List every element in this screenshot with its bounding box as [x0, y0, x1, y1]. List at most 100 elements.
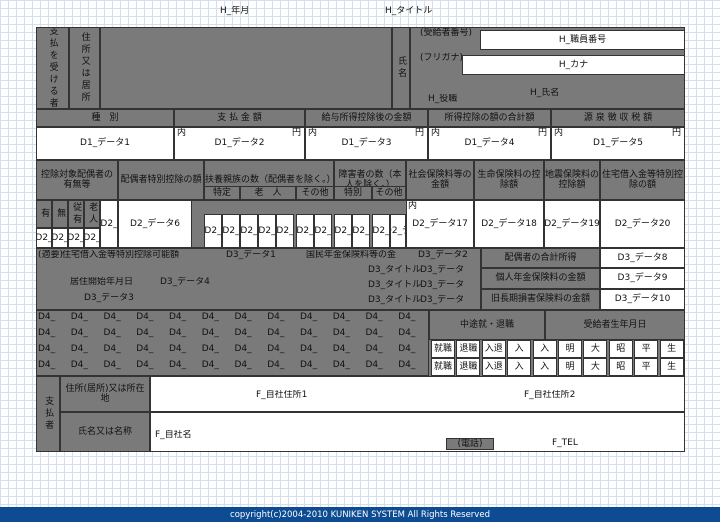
row4-cell-3-5[interactable]: D4_ — [202, 360, 232, 372]
row4-sub-4[interactable]: 入 — [532, 340, 557, 358]
row4-sub-9[interactable]: 生 — [659, 340, 684, 358]
row2-value-19[interactable]: D2_データ19 — [544, 200, 600, 248]
row4-cell-0-10[interactable]: D4_ — [366, 312, 396, 324]
row4-cell-0-5[interactable]: D4_ — [202, 312, 232, 324]
row4-cell-0-3[interactable]: D4_ — [136, 312, 166, 324]
row4-sub-3[interactable]: 入 — [507, 340, 532, 358]
row4-cell-2-11[interactable]: D4_ — [398, 344, 428, 356]
row1-value-2[interactable]: D1_データ2 — [174, 127, 305, 160]
row4-cell-2-1[interactable]: D4_ — [71, 344, 101, 356]
row4-cell-1-5[interactable]: D4_ — [202, 328, 232, 340]
payer-name-field[interactable] — [150, 412, 685, 452]
row4-cell-0-4[interactable]: D4_ — [169, 312, 199, 324]
payee-address-field[interactable] — [100, 27, 392, 109]
row4-cell-3-8[interactable]: D4_ — [300, 360, 330, 372]
row2-value-16[interactable]: D2_デ — [390, 214, 406, 248]
row2-count-value-0[interactable]: D2_ — [204, 214, 222, 248]
row4-val-1[interactable]: 退職 — [456, 358, 481, 376]
row2-count-value-9[interactable]: D2_ — [372, 214, 390, 248]
row4-cell-0-1[interactable]: D4_ — [71, 312, 101, 324]
row4-sub-1[interactable]: 退職 — [456, 340, 481, 358]
row4-cell-2-5[interactable]: D4_ — [202, 344, 232, 356]
row2-count-value-8[interactable]: D2_ — [352, 214, 370, 248]
row3-title-value-2[interactable]: D3_データ — [420, 295, 480, 306]
row3-title-value-1[interactable]: D3_データ — [420, 280, 480, 291]
row4-cell-1-1[interactable]: D4_ — [71, 328, 101, 340]
row4-cell-0-7[interactable]: D4_ — [267, 312, 297, 324]
row4-sub-0[interactable]: 就職 — [431, 340, 455, 358]
payer-address-2[interactable]: F_自社住所2 — [524, 390, 604, 401]
row2-count-value-1[interactable]: D2_ — [222, 214, 240, 248]
row2-count-value-4[interactable]: D2_ — [276, 214, 294, 248]
row4-cell-3-1[interactable]: D4_ — [71, 360, 101, 372]
row2-count-value-7[interactable]: D2_ — [334, 214, 352, 248]
row4-cell-3-6[interactable]: D4_ — [235, 360, 265, 372]
row4-sub-2[interactable]: 入退 — [481, 340, 506, 358]
row3-start-value[interactable]: D3_データ4 — [160, 277, 240, 288]
row4-cell-0-6[interactable]: D4_ — [235, 312, 265, 324]
row4-cell-1-10[interactable]: D4_ — [366, 328, 396, 340]
row4-cell-2-6[interactable]: D4_ — [235, 344, 265, 356]
row4-cell-3-10[interactable]: D4_ — [366, 360, 396, 372]
row3-spouse-income-value[interactable]: D3_データ8 — [600, 248, 685, 268]
row4-cell-0-0[interactable]: D4_ — [38, 312, 68, 324]
row3-loan-value[interactable]: D3_データ1 — [226, 250, 286, 261]
row4-cell-2-8[interactable]: D4_ — [300, 344, 330, 356]
row4-cell-1-6[interactable]: D4_ — [235, 328, 265, 340]
row4-cell-1-8[interactable]: D4_ — [300, 328, 330, 340]
row2-count-value-2[interactable]: D2_ — [240, 214, 258, 248]
row4-sub-6[interactable]: 大 — [583, 340, 608, 358]
row4-cell-2-0[interactable]: D4_ — [38, 344, 68, 356]
row4-cell-2-2[interactable]: D4_ — [104, 344, 134, 356]
row4-cell-2-7[interactable]: D4_ — [267, 344, 297, 356]
row4-cell-0-2[interactable]: D4_ — [104, 312, 134, 324]
row3-value-3[interactable]: D3_データ3 — [84, 293, 144, 304]
row2-value-18[interactable]: D2_データ18 — [474, 200, 544, 248]
position-field[interactable]: H_役職 — [428, 94, 488, 105]
row4-val-7[interactable]: 昭 — [608, 358, 633, 376]
row1-value-1[interactable]: D1_データ1 — [36, 127, 174, 160]
row4-val-0[interactable]: 就職 — [431, 358, 455, 376]
row1-value-3[interactable]: D1_データ3 — [305, 127, 428, 160]
row4-cell-0-9[interactable]: D4_ — [333, 312, 363, 324]
payee-name-field[interactable]: H_氏名 — [530, 88, 590, 99]
row4-sub-5[interactable]: 明 — [558, 340, 582, 358]
row2-value-6[interactable]: D2_データ6 — [118, 200, 192, 248]
kana-field[interactable]: H_カナ — [462, 55, 685, 75]
row4-cell-2-10[interactable]: D4_ — [366, 344, 396, 356]
row3-title-value-0[interactable]: D3_データ — [420, 265, 480, 276]
payer-name-value[interactable]: F_自社名 — [155, 430, 215, 441]
row4-cell-3-2[interactable]: D4_ — [104, 360, 134, 372]
payer-tel-value[interactable]: F_TEL — [552, 438, 602, 449]
row3-pension-ins-value[interactable]: D3_データ9 — [600, 268, 685, 289]
row1-value-5[interactable]: D1_データ5 — [551, 127, 685, 160]
row4-cell-0-11[interactable]: D4_ — [398, 312, 428, 324]
staff-number-field[interactable]: H_職員番号 — [480, 30, 685, 50]
row2-count-value-5[interactable]: D2_ — [296, 214, 314, 248]
row4-val-9[interactable]: 生 — [659, 358, 684, 376]
row1-value-4[interactable]: D1_データ4 — [428, 127, 551, 160]
row2-small-value-3[interactable]: D2_ — [84, 228, 100, 248]
row2-small-value-1[interactable]: D2_ — [52, 228, 68, 248]
row3-pension-value[interactable]: D3_データ2 — [418, 250, 480, 261]
row4-val-6[interactable]: 大 — [583, 358, 608, 376]
row3-longterm-value[interactable]: D3_データ10 — [600, 289, 685, 310]
row4-cell-2-4[interactable]: D4_ — [169, 344, 199, 356]
row4-cell-1-9[interactable]: D4_ — [333, 328, 363, 340]
row4-cell-1-3[interactable]: D4_ — [136, 328, 166, 340]
row4-cell-2-3[interactable]: D4_ — [136, 344, 166, 356]
row2-value-5[interactable]: D2_ — [100, 200, 118, 248]
row4-cell-0-8[interactable]: D4_ — [300, 312, 330, 324]
row4-val-8[interactable]: 平 — [634, 358, 659, 376]
row4-sub-7[interactable]: 昭 — [608, 340, 633, 358]
row4-val-4[interactable]: 入 — [532, 358, 557, 376]
row4-val-5[interactable]: 明 — [558, 358, 582, 376]
row4-cell-2-9[interactable]: D4_ — [333, 344, 363, 356]
row4-cell-3-9[interactable]: D4_ — [333, 360, 363, 372]
row4-cell-3-3[interactable]: D4_ — [136, 360, 166, 372]
row2-count-value-3[interactable]: D2_ — [258, 214, 276, 248]
row2-value-20[interactable]: D2_データ20 — [600, 200, 685, 248]
row4-cell-1-11[interactable]: D4_ — [398, 328, 428, 340]
row2-count-value-6[interactable]: D2_ — [314, 214, 332, 248]
payer-address-1[interactable]: F_自社住所1 — [256, 390, 336, 401]
